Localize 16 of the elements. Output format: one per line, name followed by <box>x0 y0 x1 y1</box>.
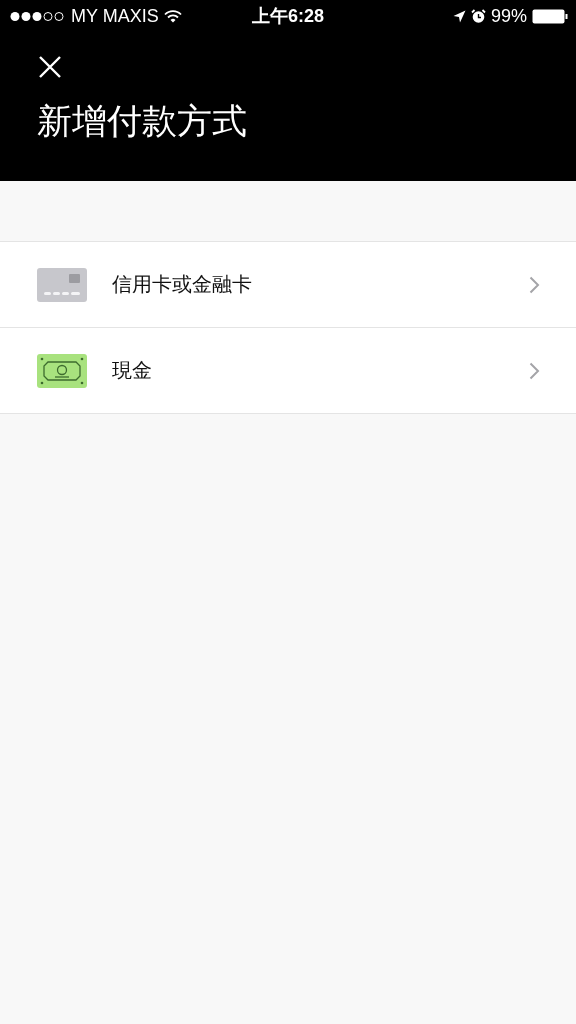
chevron-right-icon <box>529 361 540 380</box>
credit-card-icon <box>37 267 87 302</box>
chevron-right-icon <box>529 275 540 294</box>
carrier-name: MY MAXIS <box>71 5 159 27</box>
payment-method-item[interactable]: 現金 <box>0 328 576 414</box>
status-time: 上午6:28 <box>252 5 324 28</box>
signal-icon <box>10 10 66 22</box>
page-title: 新增付款方式 <box>37 101 247 141</box>
location-arrow-icon <box>452 9 466 23</box>
wifi-icon <box>163 9 182 23</box>
battery-icon <box>532 8 568 24</box>
payment-method-item[interactable]: 信用卡或金融卡 <box>0 242 576 328</box>
banknote-icon <box>37 353 87 388</box>
battery-percentage: 99% <box>490 5 527 27</box>
alarm-clock-icon <box>470 8 486 24</box>
close-button[interactable] <box>38 55 62 79</box>
